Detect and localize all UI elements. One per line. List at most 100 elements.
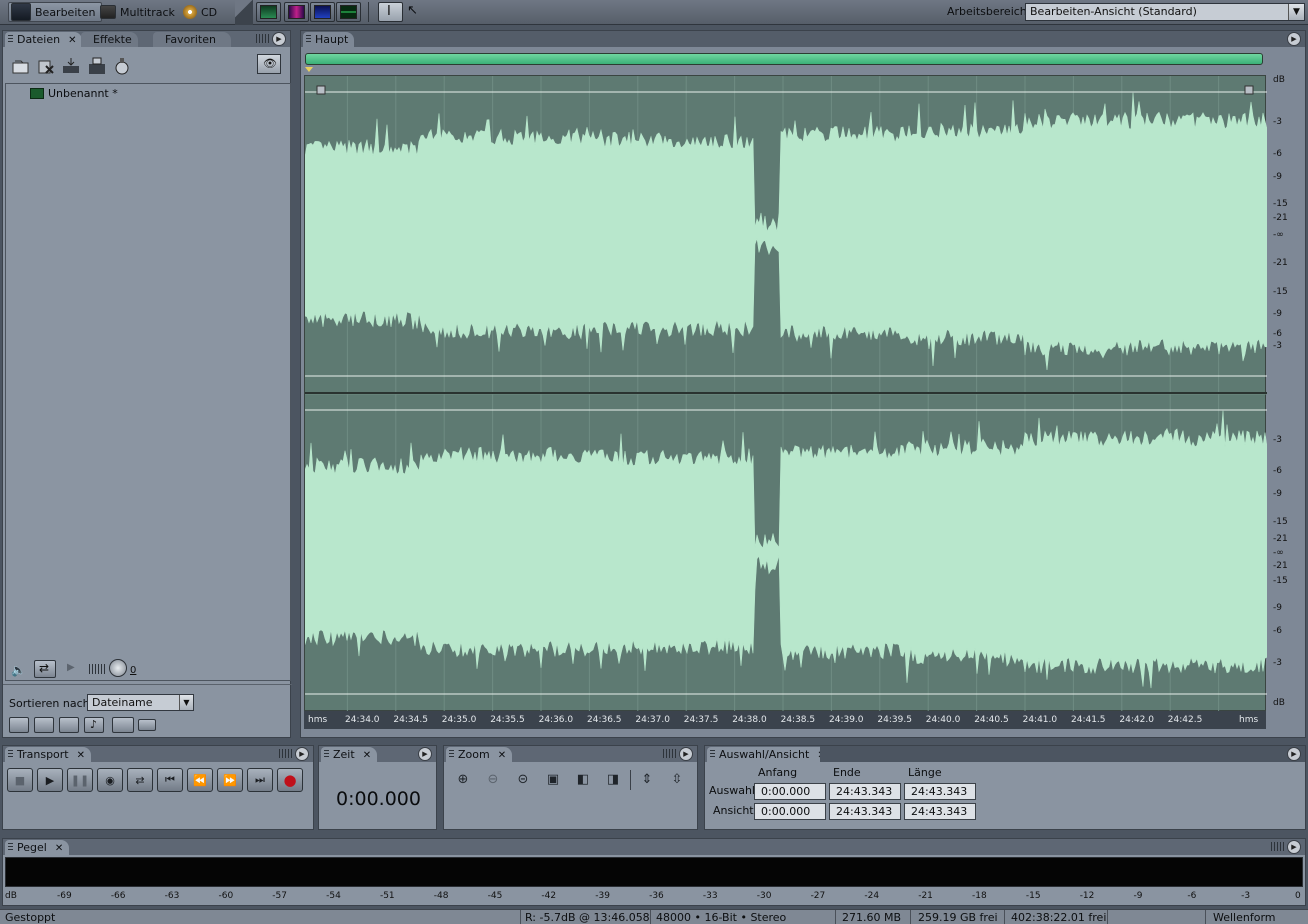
- waveform-view-button[interactable]: [256, 2, 281, 22]
- workspace-label: Arbeitsbereich:: [947, 5, 1031, 18]
- fast-forward-button[interactable]: ⏩: [217, 768, 243, 792]
- db-unit-top: dB: [1273, 75, 1285, 85]
- move-tool[interactable]: ↖: [407, 3, 427, 21]
- meter-tick-label: -66: [110, 891, 126, 901]
- close-file-icon[interactable]: [36, 57, 56, 75]
- file-item-unbenannt[interactable]: Unbenannt *: [30, 87, 118, 100]
- speaker-icon[interactable]: 🔈: [11, 663, 26, 677]
- selection-start-field[interactable]: 0:00.000: [754, 783, 826, 800]
- insert-multitrack-icon[interactable]: [61, 57, 81, 75]
- level-meter[interactable]: [5, 857, 1303, 887]
- go-to-start-button[interactable]: ⏮: [157, 768, 183, 792]
- fade-in-handle[interactable]: [316, 85, 326, 95]
- panel-menu-icon[interactable]: ▶: [295, 747, 309, 761]
- panel-menu-icon[interactable]: ▶: [679, 747, 693, 761]
- selection-end-field[interactable]: 24:43.343: [829, 783, 901, 800]
- filter-video-button[interactable]: [59, 717, 79, 733]
- workspace-select[interactable]: Bearbeiten-Ansicht (Standard) ▼: [1025, 3, 1305, 21]
- tab-haupt[interactable]: Haupt: [303, 32, 355, 47]
- clip-button[interactable]: [138, 719, 156, 731]
- time-selection-tool[interactable]: I: [378, 2, 403, 22]
- panel-menu-icon[interactable]: ▶: [1287, 840, 1301, 854]
- close-icon[interactable]: ✕: [55, 843, 63, 854]
- start-marker-icon[interactable]: [305, 67, 313, 72]
- panel-menu-icon[interactable]: ▶: [1287, 747, 1301, 761]
- volume-knob[interactable]: [109, 659, 127, 677]
- zoom-right-edge-icon[interactable]: ◨: [602, 770, 624, 790]
- time-tick-label: 24:41.0: [1022, 715, 1058, 725]
- overview-bar[interactable]: [305, 53, 1263, 65]
- autoplay-icon[interactable]: [112, 57, 132, 75]
- filter-audio-button[interactable]: [9, 717, 29, 733]
- close-icon[interactable]: ✕: [498, 750, 506, 761]
- sort-select[interactable]: Dateiname ▼: [87, 694, 194, 711]
- volume-value[interactable]: 0: [130, 665, 136, 676]
- selview-tabstrip: Auswahl/Ansicht✕: [705, 746, 832, 762]
- view-length-field[interactable]: 24:43.343: [904, 803, 976, 820]
- spectral-view-button[interactable]: [284, 2, 309, 22]
- grip-icon: [306, 35, 311, 44]
- meter-tick-label: -39: [595, 891, 610, 901]
- tab-auswahl-ansicht[interactable]: Auswahl/Ansicht✕: [707, 747, 832, 762]
- time-ruler[interactable]: hms 24:34.0 24:34.5 24:35.0 24:35.5 24:36.0 2…: [304, 711, 1266, 729]
- open-file-icon[interactable]: [11, 57, 31, 75]
- tab-zeit[interactable]: Zeit ✕: [321, 747, 378, 762]
- panel-menu-icon[interactable]: ▶: [1287, 32, 1301, 46]
- meter-tick-label: -18: [972, 891, 987, 901]
- play-icon[interactable]: ▶: [67, 662, 75, 673]
- view-end-field[interactable]: 24:43.343: [829, 803, 901, 820]
- tab-effekte[interactable]: Effekte: [81, 32, 138, 47]
- view-start-field[interactable]: 0:00.000: [754, 803, 826, 820]
- fade-out-handle[interactable]: [1244, 85, 1254, 95]
- tab-pegel[interactable]: Pegel ✕: [5, 840, 70, 855]
- play-button[interactable]: ▶: [37, 768, 63, 792]
- zoom-in-vertical-icon[interactable]: ⇕: [636, 770, 658, 790]
- loop-button[interactable]: ⇄: [127, 768, 153, 792]
- record-button[interactable]: ●: [277, 768, 303, 792]
- panel-menu-icon[interactable]: ▶: [272, 32, 286, 46]
- go-to-end-button[interactable]: ⏭: [247, 768, 273, 792]
- waveform-display[interactable]: [304, 75, 1267, 712]
- status-divider: [650, 910, 651, 924]
- zoom-out-horizontal-icon[interactable]: ⊖: [482, 770, 504, 790]
- panel-menu-icon[interactable]: ▶: [418, 747, 432, 761]
- zoom-left-edge-icon[interactable]: ◧: [572, 770, 594, 790]
- rewind-button[interactable]: ⏪: [187, 768, 213, 792]
- waveform-canvas[interactable]: [305, 76, 1267, 712]
- db-tick-label: -∞: [1273, 548, 1284, 558]
- insert-cd-icon[interactable]: [87, 57, 107, 75]
- mode-edit-button[interactable]: Bearbeiten: [8, 2, 103, 22]
- show-file-details-icon[interactable]: 👁: [257, 54, 281, 74]
- spectral-pan-button[interactable]: [310, 2, 335, 22]
- zoom-out-vertical-icon[interactable]: ⇳: [666, 770, 688, 790]
- selection-length-field[interactable]: 24:43.343: [904, 783, 976, 800]
- cd-icon: [183, 5, 197, 19]
- top-toolbar: Bearbeiten Multitrack CD I ↖ Arbeitsbere…: [0, 0, 1308, 25]
- tab-favoriten[interactable]: Favoriten: [153, 32, 231, 47]
- tab-transport[interactable]: Transport ✕: [5, 747, 92, 762]
- zoom-out-full-icon[interactable]: ⊝: [512, 770, 534, 790]
- pause-button[interactable]: ❚❚: [67, 768, 93, 792]
- close-icon[interactable]: ✕: [363, 750, 371, 761]
- zoom-selection-icon[interactable]: ▣: [542, 770, 564, 790]
- tab-zeit-label: Zeit: [333, 748, 355, 761]
- status-view[interactable]: Wellenform: [1213, 911, 1276, 924]
- tab-zoom[interactable]: Zoom ✕: [446, 747, 513, 762]
- text-cursor-icon: I: [387, 4, 391, 19]
- play-from-cursor-button[interactable]: ◉: [97, 768, 123, 792]
- tab-dateien[interactable]: Dateien ✕: [5, 32, 83, 47]
- zoom-in-horizontal-icon[interactable]: ⊕: [452, 770, 474, 790]
- close-icon[interactable]: ✕: [77, 750, 85, 761]
- mode-multitrack-button[interactable]: Multitrack: [100, 2, 175, 22]
- rewind-icon: ⏪: [193, 773, 207, 787]
- mode-cd-button[interactable]: CD: [183, 2, 217, 22]
- loop-play-button[interactable]: ⇄: [34, 660, 56, 678]
- phase-view-button[interactable]: [336, 2, 361, 22]
- time-tick-label: 24:42.0: [1119, 715, 1154, 725]
- filter-midi-button[interactable]: ♪: [84, 717, 104, 733]
- filter-loop-button[interactable]: [34, 717, 54, 733]
- volume-bars-icon: [89, 664, 105, 674]
- stop-button[interactable]: ■: [7, 768, 33, 792]
- preview-button[interactable]: [112, 717, 134, 733]
- close-icon[interactable]: ✕: [68, 35, 76, 46]
